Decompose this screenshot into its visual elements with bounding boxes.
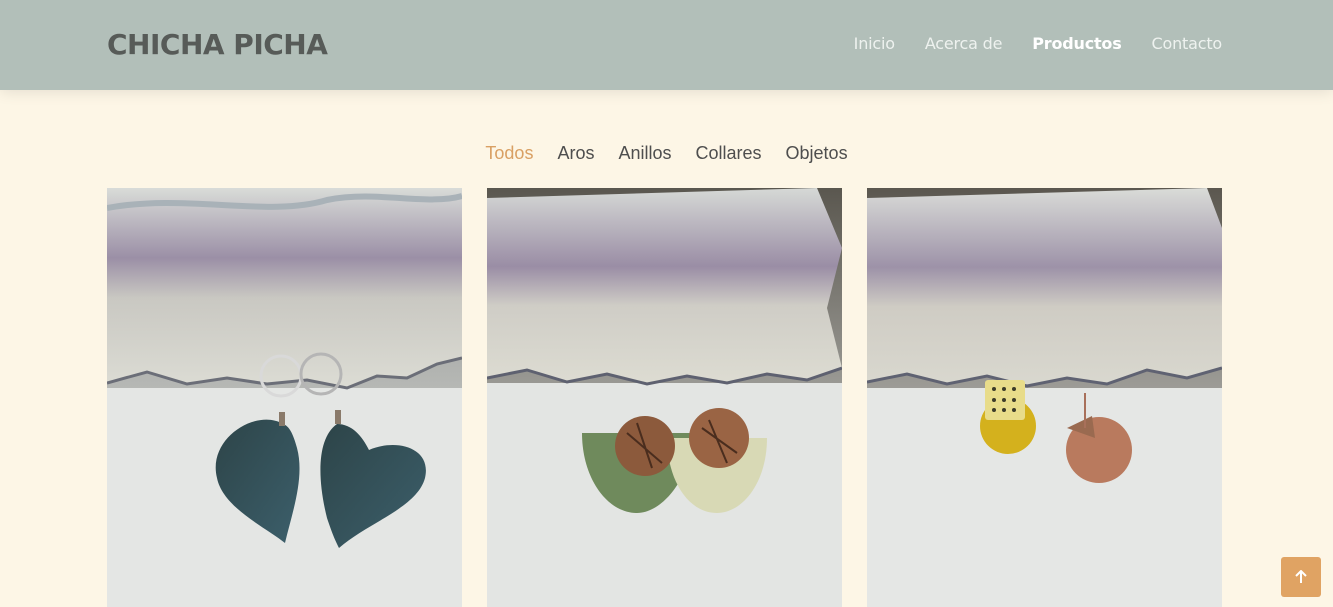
arrow-up-icon	[1295, 570, 1307, 583]
product-card[interactable]	[487, 188, 842, 607]
nav-item-contacto[interactable]: Contacto	[1152, 34, 1223, 53]
earrings-yellow-copper-photo	[867, 188, 1222, 607]
product-card[interactable]	[107, 188, 462, 607]
filter-collares[interactable]: Collares	[696, 143, 762, 164]
earrings-blue-hearts-photo	[107, 188, 462, 607]
back-to-top-button[interactable]	[1281, 557, 1321, 597]
earrings-copper-half-moon-photo	[487, 188, 842, 607]
nav-item-inicio[interactable]: Inicio	[854, 34, 895, 53]
product-grid	[107, 188, 1222, 607]
nav-item-productos[interactable]: Productos	[1032, 34, 1122, 53]
filter-anillos[interactable]: Anillos	[618, 143, 671, 164]
site-header: CHICHA PICHA Inicio Acerca de Productos …	[0, 0, 1333, 90]
nav-item-acerca-de[interactable]: Acerca de	[925, 34, 1003, 53]
filter-todos[interactable]: Todos	[485, 143, 533, 164]
filter-objetos[interactable]: Objetos	[786, 143, 848, 164]
product-card[interactable]	[867, 188, 1222, 607]
main-nav: Inicio Acerca de Productos Contacto	[854, 34, 1223, 53]
filter-aros[interactable]: Aros	[557, 143, 594, 164]
brand-logo[interactable]: CHICHA PICHA	[107, 28, 328, 61]
product-filters: Todos Aros Anillos Collares Objetos	[0, 143, 1333, 164]
